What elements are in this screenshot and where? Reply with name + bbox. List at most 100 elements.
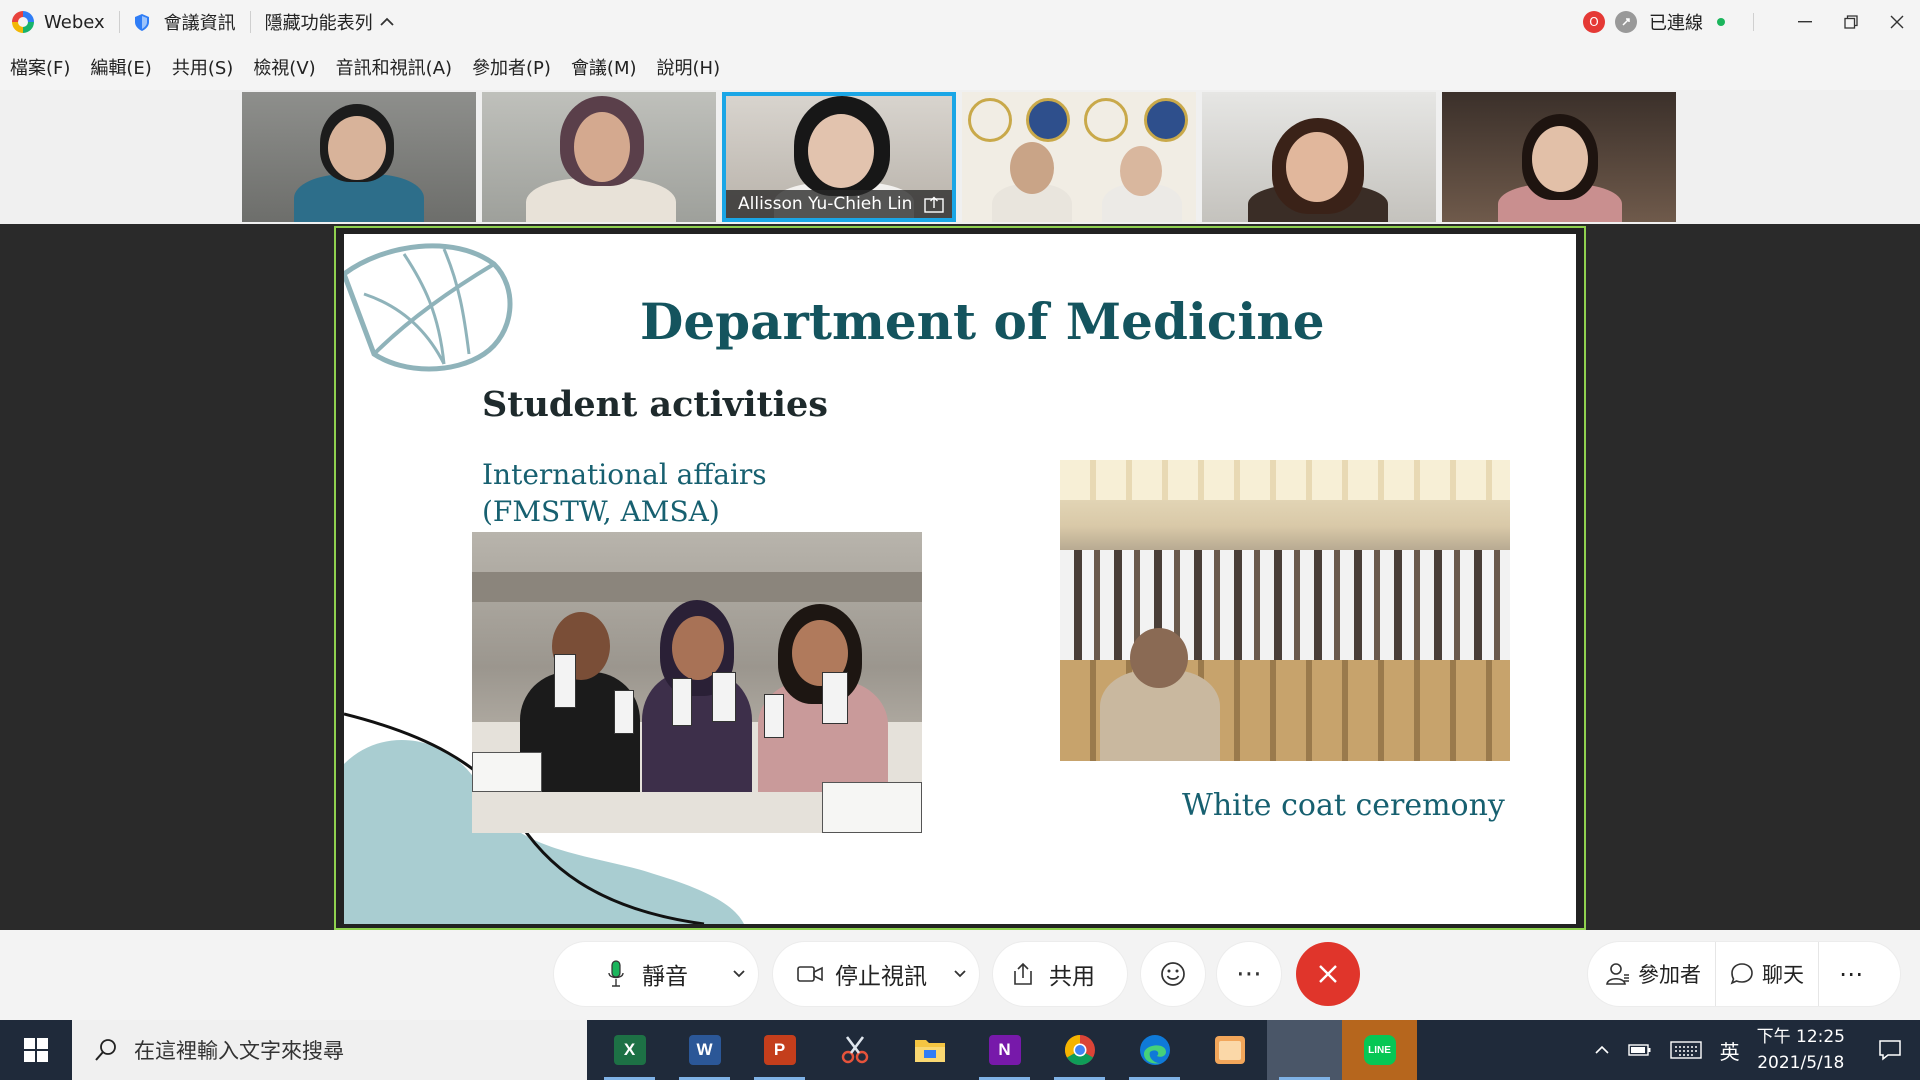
mute-button[interactable]: 靜音 — [554, 942, 758, 1006]
taskbar-clock[interactable]: 下午 12:25 2021/5/18 — [1757, 1024, 1845, 1076]
close-window-button[interactable] — [1874, 0, 1920, 44]
speaker-name-tag: Allisson Yu-Chieh Lin — [726, 190, 952, 218]
slide-subtitle: Student activities — [482, 384, 828, 425]
chrome-icon — [1064, 1035, 1095, 1066]
participant-video-4[interactable] — [962, 92, 1196, 222]
taskbar-edge[interactable] — [1117, 1020, 1192, 1080]
menu-view[interactable]: 檢視(V) — [253, 54, 315, 80]
app-name: Webex — [44, 11, 105, 33]
menu-meeting[interactable]: 會議(M) — [571, 54, 637, 80]
divider — [1753, 13, 1754, 31]
minimize-icon — [1798, 21, 1812, 23]
battery-button[interactable] — [1627, 1042, 1652, 1058]
menu-participants[interactable]: 參加者(P) — [472, 54, 551, 80]
end-call-button[interactable] — [1296, 942, 1360, 1006]
line-icon: LINE — [1363, 1035, 1396, 1065]
shared-content-stage: Department of Medicine Student activitie… — [0, 224, 1920, 930]
more-options-button[interactable]: ⋯ — [1217, 942, 1281, 1006]
input-method-indicator[interactable]: 英 — [1720, 1036, 1740, 1065]
photo-international-students — [472, 532, 922, 833]
meeting-controls: 靜音 停止視訊 共用 ⋯ 參加者 聊天 ⋯ — [0, 930, 1920, 1020]
webex-logo-icon — [12, 11, 34, 33]
taskbar-file-explorer[interactable] — [892, 1020, 967, 1080]
search-icon — [95, 1039, 116, 1061]
chat-label: 聊天 — [1762, 963, 1804, 987]
keyboard-icon — [1669, 1041, 1702, 1059]
screen-share-icon — [924, 196, 944, 213]
chevron-down-icon[interactable] — [732, 969, 746, 979]
emoji-icon — [1161, 962, 1185, 986]
taskbar-search-box[interactable]: 在這裡輸入文字來搜尋 — [72, 1020, 587, 1080]
taskbar-webex-active[interactable] — [1267, 1020, 1342, 1080]
person-icon — [1606, 963, 1629, 985]
participants-label: 參加者 — [1638, 963, 1701, 987]
menu-bar: 檔案(F) 編輯(E) 共用(S) 檢視(V) 音訊和視訊(A) 參加者(P) … — [0, 44, 1920, 90]
system-tray: 英 下午 12:25 2021/5/18 — [1585, 1020, 1920, 1080]
notification-center-button[interactable] — [1878, 1039, 1902, 1061]
edge-icon — [1139, 1035, 1170, 1065]
menu-edit[interactable]: 編輯(E) — [90, 54, 151, 80]
windows-taskbar: 在這裡輸入文字來搜尋 X W P N LINE 英 下午 12:25 2021/… — [0, 1020, 1920, 1080]
close-icon — [1319, 965, 1337, 983]
share-button[interactable]: 共用 — [993, 942, 1127, 1006]
clock-time: 下午 12:25 — [1756, 1027, 1845, 1047]
share-icon — [1014, 962, 1032, 985]
taskbar-onenote[interactable]: N — [967, 1020, 1042, 1080]
slide-caption: White coat ceremony — [1182, 788, 1505, 823]
microphone-icon — [608, 960, 624, 987]
mute-label: 靜音 — [642, 964, 688, 990]
title-bar: Webex 會議資訊 隱藏功能表列 O 已連線 — [0, 0, 1920, 44]
taskbar-sticky-app[interactable] — [1192, 1020, 1267, 1080]
stop-video-button[interactable]: 停止視訊 — [773, 942, 979, 1006]
participant-video-2[interactable] — [482, 92, 716, 222]
minimize-button[interactable] — [1782, 0, 1828, 44]
chevron-down-icon[interactable] — [953, 969, 967, 979]
stop-video-label: 停止視訊 — [835, 964, 927, 990]
participant-video-speaker[interactable]: Allisson Yu-Chieh Lin — [722, 92, 956, 222]
webex-window: Webex 會議資訊 隱藏功能表列 O 已連線 檔案(F) 編輯(E) 共用(S… — [0, 0, 1920, 1080]
intl-line-2: (FMSTW, AMSA) — [482, 495, 720, 528]
lock-icon[interactable] — [1615, 11, 1637, 33]
hide-menu-button[interactable]: 隱藏功能表列 — [265, 9, 395, 35]
restore-icon — [1844, 15, 1858, 29]
folder-icon — [914, 1040, 945, 1062]
participant-video-1[interactable] — [242, 92, 476, 222]
reactions-button[interactable] — [1141, 942, 1205, 1006]
taskbar-snipping-tool[interactable] — [817, 1020, 892, 1080]
word-icon: W — [688, 1035, 721, 1065]
chevron-up-icon — [1595, 1045, 1609, 1054]
close-icon — [1890, 15, 1904, 29]
divider — [249, 11, 251, 33]
participant-video-6[interactable] — [1442, 92, 1676, 222]
chevron-up-icon — [380, 17, 394, 26]
restore-button[interactable] — [1828, 0, 1874, 44]
more-panels-button[interactable]: ⋯ — [1819, 942, 1877, 1006]
recording-icon[interactable]: O — [1583, 11, 1605, 33]
touch-keyboard-button[interactable] — [1669, 1041, 1702, 1059]
window-app-icon — [1214, 1036, 1245, 1064]
taskbar-excel[interactable]: X — [592, 1020, 667, 1080]
menu-share[interactable]: 共用(S) — [172, 54, 233, 80]
connection-status: 已連線 — [1649, 13, 1703, 34]
taskbar-chrome[interactable] — [1042, 1020, 1117, 1080]
menu-audio-video[interactable]: 音訊和視訊(A) — [336, 54, 452, 80]
windows-logo-icon — [24, 1038, 48, 1062]
onenote-icon: N — [988, 1035, 1021, 1065]
menu-help[interactable]: 說明(H) — [657, 54, 721, 80]
tray-overflow-button[interactable] — [1594, 1045, 1610, 1055]
meeting-info-button[interactable]: 會議資訊 — [134, 9, 236, 35]
share-label: 共用 — [1049, 964, 1095, 990]
scissors-icon — [841, 1036, 868, 1064]
menu-file[interactable]: 檔案(F) — [10, 54, 70, 80]
taskbar-line[interactable]: LINE — [1342, 1020, 1417, 1080]
taskbar-word[interactable]: W — [667, 1020, 742, 1080]
participant-video-5[interactable] — [1202, 92, 1436, 222]
chat-panel-button[interactable]: 聊天 — [1716, 942, 1818, 1006]
start-button[interactable] — [0, 1020, 72, 1080]
chat-icon — [1730, 963, 1753, 985]
taskbar-powerpoint[interactable]: P — [742, 1020, 817, 1080]
clock-date: 2021/5/18 — [1757, 1053, 1845, 1073]
slide-title: Department of Medicine — [640, 292, 1325, 351]
shared-screen-frame[interactable]: Department of Medicine Student activitie… — [334, 226, 1586, 930]
participants-panel-button[interactable]: 參加者 — [1588, 942, 1715, 1006]
